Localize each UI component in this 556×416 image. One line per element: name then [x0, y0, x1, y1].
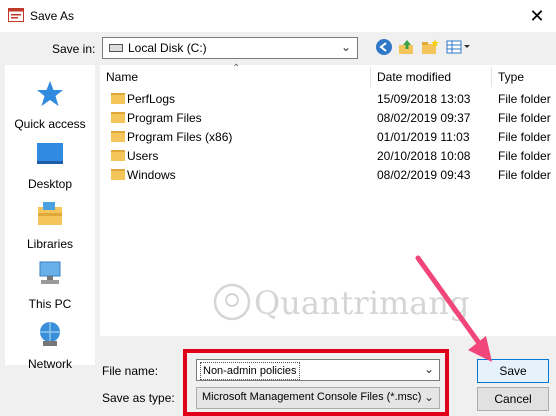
place-label: Quick access	[14, 117, 86, 131]
annotation-arrow-icon	[415, 255, 492, 362]
file-type: File folder	[498, 92, 551, 106]
drive-icon	[109, 44, 123, 52]
cancel-button[interactable]: Cancel	[477, 387, 549, 411]
column-header-type[interactable]: Type	[498, 65, 524, 89]
new-folder-icon	[422, 39, 439, 54]
file-type: File folder	[498, 130, 551, 144]
view-grid-icon	[446, 40, 470, 54]
folder-icon	[111, 131, 125, 142]
file-row[interactable]: Program Files 08/02/2019 09:37 File fold…	[100, 109, 556, 128]
column-divider[interactable]	[370, 67, 371, 87]
file-type: File folder	[498, 149, 551, 163]
chevron-down-icon: ⌄	[340, 40, 351, 54]
save-in-dropdown[interactable]: Local Disk (C:) ⌄	[102, 37, 358, 59]
view-menu-button[interactable]	[446, 38, 472, 56]
place-label: Libraries	[26, 237, 74, 251]
column-header-date[interactable]: Date modified	[377, 65, 451, 89]
computer-icon	[39, 261, 61, 284]
place-libraries[interactable]: Libraries	[5, 197, 95, 251]
column-divider[interactable]	[491, 67, 492, 87]
file-row[interactable]: Windows 08/02/2019 09:43 File folder	[100, 166, 556, 185]
back-arrow-icon	[376, 39, 392, 55]
desktop-icon	[37, 143, 63, 164]
place-label: Network	[27, 357, 72, 371]
file-date: 08/02/2019 09:37	[377, 111, 471, 125]
file-name: Program Files (x86)	[127, 130, 233, 144]
save-in-label: Save in:	[52, 42, 96, 56]
place-network[interactable]: Network	[5, 317, 95, 371]
save-in-value: Local Disk (C:)	[128, 41, 207, 55]
file-row[interactable]: Users 20/10/2018 10:08 File folder	[100, 147, 556, 166]
folder-icon	[111, 150, 125, 161]
folder-icon	[111, 112, 125, 123]
title-bar: Save As ✕	[0, 0, 556, 32]
file-date: 01/01/2019 11:03	[377, 130, 470, 144]
watermark-logo-icon	[213, 283, 251, 321]
place-this-pc[interactable]: This PC	[5, 257, 95, 311]
close-icon: ✕	[529, 6, 545, 26]
file-row[interactable]: PerfLogs 15/09/2018 13:03 File folder	[100, 90, 556, 109]
save-as-window-icon	[8, 8, 24, 22]
network-icon	[40, 322, 60, 346]
place-label: Desktop	[27, 177, 73, 191]
place-quick-access[interactable]: Quick access	[5, 77, 95, 131]
file-name-label: File name:	[102, 364, 159, 378]
up-folder-icon	[399, 40, 413, 54]
file-date: 20/10/2018 10:08	[377, 149, 471, 163]
file-type: File folder	[498, 111, 551, 125]
column-header-name[interactable]: Name	[106, 65, 138, 89]
file-row[interactable]: Program Files (x86) 01/01/2019 11:03 Fil…	[100, 128, 556, 147]
file-name: Windows	[127, 168, 176, 182]
up-folder-button[interactable]	[398, 38, 416, 56]
file-date: 08/02/2019 09:43	[377, 168, 471, 182]
close-button[interactable]: ✕	[520, 2, 554, 30]
star-icon	[37, 81, 63, 106]
place-label: This PC	[28, 297, 72, 311]
places-bar: Quick access Desktop Libraries This PC N…	[5, 65, 95, 371]
new-folder-button[interactable]	[421, 38, 439, 56]
file-type: File folder	[498, 168, 551, 182]
folder-icon	[111, 93, 125, 104]
file-date: 15/09/2018 13:03	[377, 92, 471, 106]
save-as-type-label: Save as type:	[102, 391, 175, 405]
folder-icon	[111, 169, 125, 180]
back-button[interactable]	[375, 38, 393, 56]
window-title: Save As	[30, 9, 75, 23]
file-name: PerfLogs	[127, 92, 176, 106]
file-name: Users	[127, 149, 159, 163]
file-name: Program Files	[127, 111, 202, 125]
sort-ascending-icon: ⌃	[232, 63, 241, 74]
libraries-icon	[38, 202, 62, 225]
place-desktop[interactable]: Desktop	[5, 137, 95, 191]
